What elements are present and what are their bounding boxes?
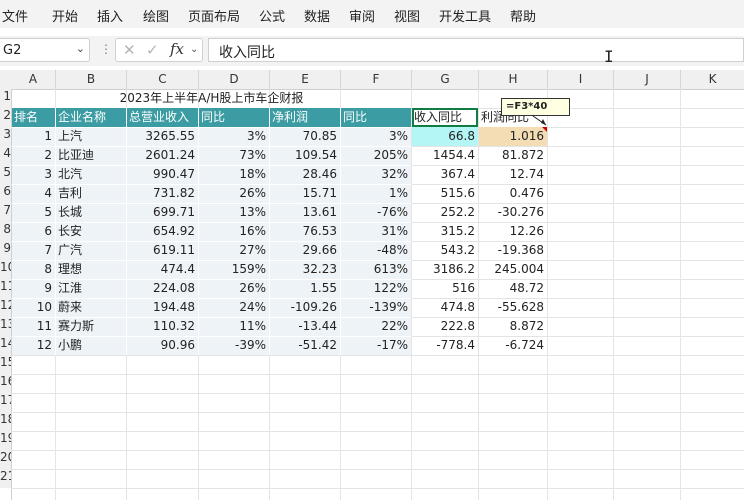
comment-indicator-icon [542, 127, 547, 132]
cell-comment[interactable]: =F3*40 [501, 98, 570, 116]
table-borders [12, 108, 547, 355]
